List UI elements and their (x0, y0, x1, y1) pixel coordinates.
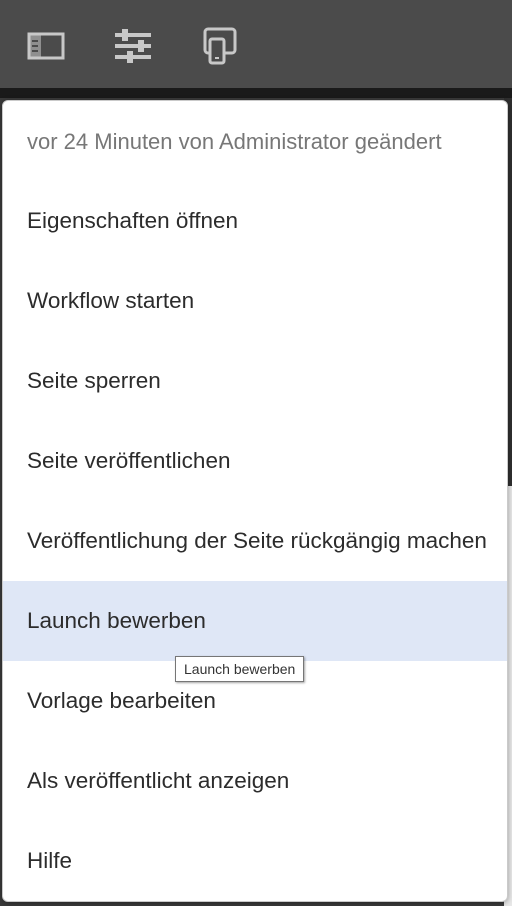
top-toolbar (0, 0, 512, 88)
menu-item-promote-launch[interactable]: Launch bewerben (3, 581, 507, 661)
menu-item-start-workflow[interactable]: Workflow starten (3, 261, 507, 341)
menu-item-unpublish-page[interactable]: Veröffentlichung der Seite rückgängig ma… (3, 501, 507, 581)
sidebar-icon (27, 32, 65, 60)
emulator-button[interactable] (200, 26, 240, 66)
menu-item-publish-page[interactable]: Seite veröffentlichen (3, 421, 507, 501)
tooltip: Launch bewerben (175, 656, 305, 682)
page-information-menu: vor 24 Minuten von Administrator geänder… (2, 100, 508, 902)
page-information-button[interactable] (113, 26, 153, 66)
backdrop-strip (0, 88, 512, 98)
menu-item-help[interactable]: Hilfe (3, 821, 507, 901)
sidebar-toggle-button[interactable] (26, 26, 66, 66)
last-modified-info: vor 24 Minuten von Administrator geänder… (27, 129, 442, 154)
device-preview-icon (203, 27, 237, 65)
menu-item-view-as-published[interactable]: Als veröffentlicht anzeigen (3, 741, 507, 821)
menu-item-open-properties[interactable]: Eigenschaften öffnen (3, 181, 507, 261)
sliders-icon (115, 29, 151, 63)
menu-item-lock-page[interactable]: Seite sperren (3, 341, 507, 421)
